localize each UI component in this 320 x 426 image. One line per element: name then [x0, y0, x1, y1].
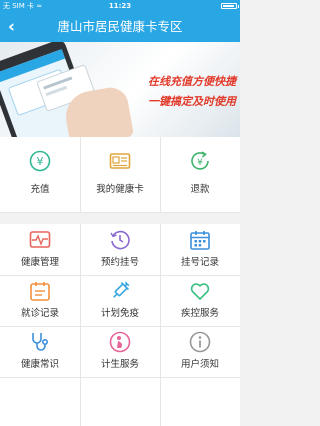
nav-bar: ‹ 唐山市居民健康卡专区	[0, 12, 240, 42]
heart-outline-icon	[190, 283, 210, 300]
promo-banner[interactable]: 在线充值方便快捷 一键搞定及时使用	[0, 42, 240, 137]
battery-icon	[221, 3, 237, 9]
health-management-button[interactable]: 健康管理	[0, 224, 80, 275]
svg-text:¥: ¥	[37, 155, 44, 168]
family-planning-button[interactable]: 计生服务	[80, 326, 160, 377]
family-planning-label: 计生服务	[100, 359, 139, 370]
health-management-label: 健康管理	[20, 257, 59, 268]
health-knowledge-button[interactable]: 健康常识	[0, 326, 80, 377]
service-grid: 健康管理 预约挂号 挂号记录 就诊记录 计划免疫 疾控服务 健康常识 计生服务 …	[0, 224, 240, 426]
svg-text:¥: ¥	[197, 158, 203, 168]
recharge-button[interactable]: ¥ 充值	[0, 137, 80, 213]
disease-control-label: 疾控服务	[180, 308, 219, 319]
refund-icon: ¥	[191, 151, 209, 170]
registration-records-button[interactable]: 挂号记录	[160, 224, 240, 275]
immunization-label: 计划免疫	[100, 308, 139, 319]
health-knowledge-label: 健康常识	[20, 359, 59, 370]
clock-history-icon	[110, 230, 130, 250]
calendar-icon	[190, 231, 210, 250]
stethoscope-icon	[32, 333, 49, 351]
visit-records-label: 就诊记录	[20, 308, 59, 319]
page-title: 唐山市居民健康卡专区	[57, 19, 183, 34]
registration-records-label: 挂号记录	[180, 257, 219, 268]
yuan-coin-icon: ¥	[29, 150, 51, 172]
my-health-card-label: 我的健康卡	[96, 184, 144, 195]
visit-records-button[interactable]: 就诊记录	[0, 275, 80, 326]
refund-button[interactable]: ¥ 退款	[160, 137, 240, 213]
appointment-label: 预约挂号	[100, 257, 139, 268]
info-icon	[189, 331, 211, 353]
banner-slogan-1: 在线充值方便快捷	[148, 75, 236, 88]
user-notice-button[interactable]: 用户须知	[160, 326, 240, 377]
visit-record-icon	[30, 282, 50, 301]
health-card-icon	[109, 153, 131, 169]
banner-slogan-2: 一键搞定及时使用	[148, 95, 236, 108]
appointment-button[interactable]: 预约挂号	[80, 224, 160, 275]
recharge-label: 充值	[30, 184, 50, 195]
clock: 11:23	[108, 2, 132, 10]
maternity-icon	[109, 331, 131, 353]
refund-label: 退款	[190, 184, 210, 195]
immunization-button[interactable]: 计划免疫	[80, 275, 160, 326]
account-actions: ¥ 充值 我的健康卡 ¥ 退款	[0, 137, 240, 213]
syringe-icon	[113, 281, 130, 298]
disease-control-button[interactable]: 疾控服务	[160, 275, 240, 326]
user-notice-label: 用户须知	[180, 359, 219, 370]
heart-monitor-icon	[29, 231, 51, 248]
my-health-card-button[interactable]: 我的健康卡	[80, 137, 160, 213]
status-bar: 无 SIM 卡 ≈ 11:23	[0, 0, 240, 12]
